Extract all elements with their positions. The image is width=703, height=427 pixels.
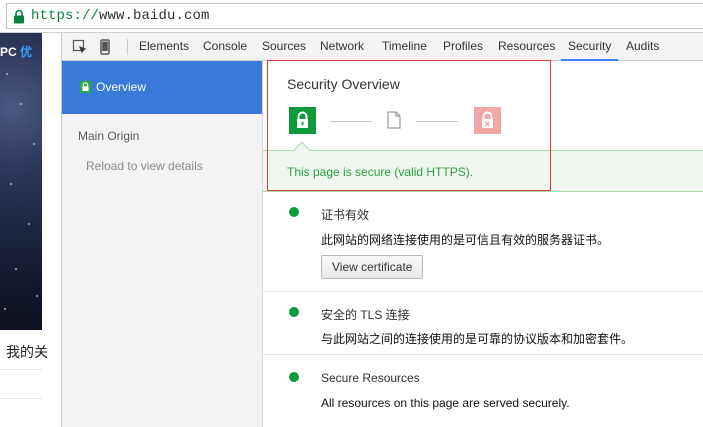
summary-explanation: This page is secure (valid HTTPS). [263,150,703,192]
tls-section: 安全的 TLS 连接 与此网站之间的连接使用的是可靠的协议版本和加密套件。 [263,292,703,355]
lock-icon[interactable] [13,9,25,27]
secure-status-dot [289,372,299,382]
url-host: www.baidu.com [99,8,210,24]
tab-console[interactable]: Console [203,33,247,60]
inspect-element-icon[interactable] [72,39,88,58]
overlay-text-white: PC [0,45,17,59]
security-main-panel: Security Overview This page is secure (v… [263,60,703,427]
tab-elements[interactable]: Elements [139,33,189,60]
section-title: 安全的 TLS 连接 [321,308,410,322]
section-title: Secure Resources [321,371,420,385]
sidebar-item-label: Overview [96,80,147,94]
sidebar-reload-hint: Reload to view details [86,159,203,173]
divider [0,398,42,399]
webpage-viewport: PC 优 我的关 [0,33,48,427]
tab-network[interactable]: Network [320,33,364,60]
url-scheme: https:// [31,8,100,24]
page-overlay-text: PC 优 [0,43,32,60]
devtools-panel: Elements Console Sources Network Timelin… [61,33,703,427]
tab-profiles[interactable]: Profiles [443,33,483,60]
tab-security[interactable]: Security [561,33,619,61]
browser-address-bar: https://www.baidu.com [0,0,703,33]
security-summary: Security Overview [263,61,703,151]
explanation-text: This page is secure (valid HTTPS). [287,165,474,179]
tab-timeline[interactable]: Timeline [382,33,427,60]
url-field[interactable]: https://www.baidu.com [6,3,703,29]
connector-line [330,121,372,122]
section-description: 此网站的网络连接使用的是可信且有效的服务器证书。 [321,233,610,247]
divider [0,369,42,370]
sidebar-main-origin[interactable]: Main Origin [78,129,139,143]
sidebar-item-overview[interactable]: Overview [62,61,262,114]
tab-sources[interactable]: Sources [262,33,306,60]
tab-audits[interactable]: Audits [626,33,659,60]
summary-title: Security Overview [287,76,400,92]
tab-resources[interactable]: Resources [498,33,555,60]
device-mode-icon[interactable] [100,39,110,58]
certificate-section: 证书有效 此网站的网络连接使用的是可信且有效的服务器证书。 View certi… [263,192,703,292]
secure-status-dot [289,207,299,217]
page-background-image: PC 优 [0,33,42,330]
page-link-text[interactable]: 我的关 [6,342,48,362]
view-certificate-button[interactable]: View certificate [321,255,424,279]
document-icon [387,111,401,132]
toolbar-separator [127,39,128,55]
secure-lock-icon [289,107,316,134]
section-description: 与此网站之间的连接使用的是可靠的协议版本和加密套件。 [321,332,634,346]
section-title: 证书有效 [321,208,370,222]
security-sidebar: Overview Main Origin Reload to view deta… [62,61,263,427]
resources-section: Secure Resources All resources on this p… [263,355,703,427]
url-text[interactable]: https://www.baidu.com [31,8,210,24]
connector-line [416,121,458,122]
section-description: All resources on this page are served se… [321,396,570,410]
overlay-text-blue: 优 [20,45,33,59]
secure-status-dot [289,307,299,317]
lock-icon [80,81,91,96]
insecure-lock-icon [474,107,501,134]
devtools-toolbar: Elements Console Sources Network Timelin… [62,33,703,61]
